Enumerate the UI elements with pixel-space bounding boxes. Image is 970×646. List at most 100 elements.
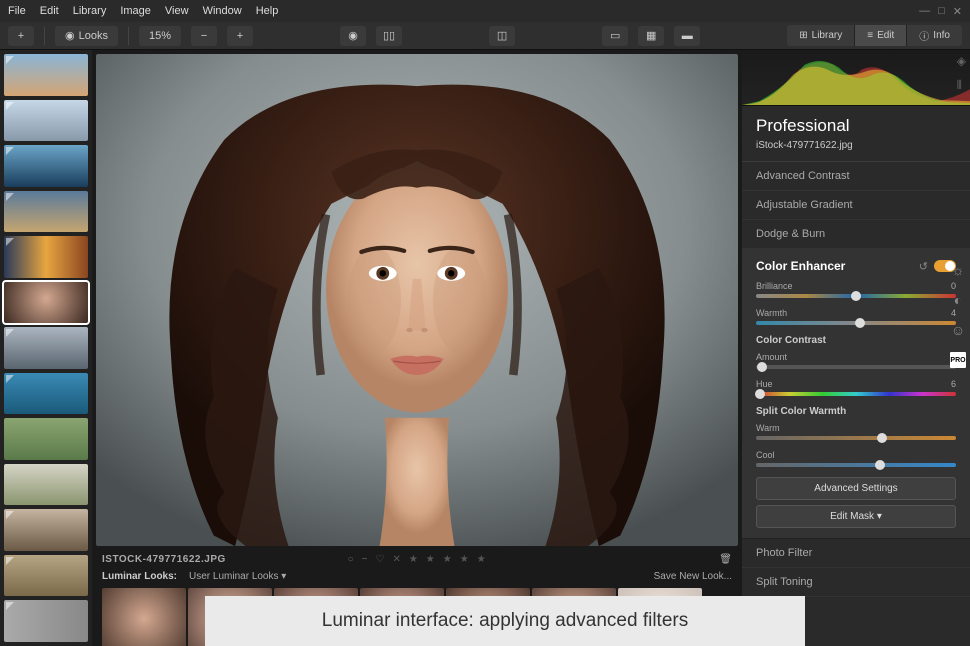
flag-icon[interactable]: ○ xyxy=(348,554,354,565)
right-panel: ◈ ⫴ Professional iStock-479771622.jpg Ad… xyxy=(742,50,970,646)
thumbnail-selected[interactable] xyxy=(4,282,88,324)
star-2[interactable]: ★ xyxy=(426,554,435,565)
menu-view[interactable]: View xyxy=(165,5,189,17)
menu-window[interactable]: Window xyxy=(203,5,242,17)
looks-selector-text: User Luminar Looks xyxy=(189,571,278,582)
slider-cool[interactable]: Cool xyxy=(756,450,956,467)
subsection-split-color: Split Color Warmth xyxy=(756,406,956,417)
view-compare-icon[interactable]: ▬ xyxy=(674,26,700,46)
color-label-icon[interactable]: ✕ xyxy=(392,554,400,565)
filter-name: Color Enhancer xyxy=(756,259,845,273)
filter-color-enhancer: Color Enhancer ↺ Brilliance 0 Warmth 4 xyxy=(742,249,970,539)
reset-icon[interactable]: ↺ xyxy=(919,260,928,273)
slider-amount[interactable]: Amount 2 xyxy=(756,352,956,369)
thumbnail[interactable] xyxy=(4,509,88,551)
smile-icon[interactable]: ☺ xyxy=(950,322,966,338)
layers-icon[interactable]: ◈ xyxy=(957,54,966,68)
library-icon: ⊞ xyxy=(799,30,807,41)
panel-filename: iStock-479771622.jpg xyxy=(742,140,970,162)
filmstrip[interactable] xyxy=(0,50,92,646)
histogram-toggle-icon[interactable]: ⫴ xyxy=(957,78,966,93)
view-grid-icon[interactable]: ▦ xyxy=(638,26,664,46)
minimize-button[interactable]: — xyxy=(919,5,930,18)
slider-warm[interactable]: Warm xyxy=(756,423,956,440)
menu-file[interactable]: File xyxy=(8,5,26,17)
crop-icon[interactable]: ◫ xyxy=(489,26,515,46)
thumbnail[interactable] xyxy=(4,191,88,233)
save-new-look[interactable]: Save New Look... xyxy=(654,571,732,582)
looks-bar: Luminar Looks: User Luminar Looks ▾ Save… xyxy=(92,568,742,586)
tab-library[interactable]: ⊞ Library xyxy=(787,25,855,46)
looks-selector[interactable]: User Luminar Looks ▾ xyxy=(189,571,286,582)
infobar: ISTOCK-479771622.JPG ○ − ♡ ✕ ★ ★ ★ ★ ★ 🗑 xyxy=(92,550,742,568)
menu-image[interactable]: Image xyxy=(120,5,151,17)
trash-icon[interactable]: 🗑 xyxy=(719,554,732,565)
star-1[interactable]: ★ xyxy=(409,554,418,565)
thumbnail[interactable] xyxy=(4,373,88,415)
thumbnail[interactable] xyxy=(4,54,88,96)
zoom-in-button[interactable]: + xyxy=(227,26,253,46)
mode-tabs: ⊞ Library ≡ Edit ⓘ Info xyxy=(787,25,962,46)
thumbnail[interactable] xyxy=(4,418,88,460)
thumbnail[interactable] xyxy=(4,600,88,642)
tab-info[interactable]: ⓘ Info xyxy=(907,25,962,46)
looks-label: Looks xyxy=(79,30,108,42)
tab-edit[interactable]: ≡ Edit xyxy=(855,25,907,46)
menu-help[interactable]: Help xyxy=(256,5,279,17)
edit-mask-label: Edit Mask xyxy=(830,511,874,522)
thumbnail[interactable] xyxy=(4,145,88,187)
star-5[interactable]: ★ xyxy=(477,554,486,565)
caption-overlay: Luminar interface: applying advanced fil… xyxy=(205,596,805,646)
filter-adjustable-gradient[interactable]: Adjustable Gradient xyxy=(742,191,970,220)
palette-icon[interactable]: ◐ xyxy=(950,292,966,308)
filter-advanced-contrast[interactable]: Advanced Contrast xyxy=(742,162,970,191)
thumbnail[interactable] xyxy=(4,236,88,278)
thumbnail[interactable] xyxy=(4,464,88,506)
thumbnail[interactable] xyxy=(4,100,88,142)
zoom-out-button[interactable]: − xyxy=(191,26,217,46)
sun-icon[interactable]: ☼ xyxy=(950,262,966,278)
add-button[interactable]: + xyxy=(8,26,34,46)
reject-icon[interactable]: − xyxy=(362,554,368,565)
slider-hue[interactable]: Hue 6 xyxy=(756,379,956,396)
looks-toggle[interactable]: ◉ Looks xyxy=(55,26,118,46)
thumbnail[interactable] xyxy=(4,555,88,597)
histogram[interactable]: ◈ ⫴ xyxy=(742,50,970,106)
star-4[interactable]: ★ xyxy=(460,554,469,565)
maximize-button[interactable]: □ xyxy=(938,5,945,18)
filter-photo-filter[interactable]: Photo Filter xyxy=(742,539,970,568)
slider-brilliance[interactable]: Brilliance 0 xyxy=(756,281,956,298)
tab-library-label: Library xyxy=(812,30,843,41)
rating-controls: ○ − ♡ ✕ ★ ★ ★ ★ ★ xyxy=(348,554,486,565)
compare-icon[interactable]: ▯▯ xyxy=(376,26,402,46)
divider xyxy=(44,27,45,45)
close-button[interactable]: ✕ xyxy=(953,5,962,18)
star-3[interactable]: ★ xyxy=(443,554,452,565)
edit-mask-button[interactable]: Edit Mask ▾ xyxy=(756,505,956,528)
preview-icon[interactable]: ◉ xyxy=(340,26,366,46)
menu-edit[interactable]: Edit xyxy=(40,5,59,17)
advanced-settings-button[interactable]: Advanced Settings xyxy=(756,477,956,500)
current-filename: ISTOCK-479771622.JPG xyxy=(102,554,226,565)
favorite-icon[interactable]: ♡ xyxy=(375,554,384,565)
tab-info-label: Info xyxy=(933,30,950,41)
subsection-color-contrast: Color Contrast xyxy=(756,335,956,346)
slider-warmth[interactable]: Warmth 4 xyxy=(756,308,956,325)
toolstrip: ☼ ◐ ☺ PRO xyxy=(946,110,970,376)
slider-label: Warm xyxy=(756,423,780,433)
toolbar: + ◉ Looks 15% − + ◉ ▯▯ ◫ ▭ ▦ ▬ ⊞ Library… xyxy=(0,22,970,50)
canvas[interactable] xyxy=(96,54,738,546)
chevron-down-icon: ▾ xyxy=(281,571,286,582)
pro-badge[interactable]: PRO xyxy=(950,352,966,368)
filter-split-toning[interactable]: Split Toning xyxy=(742,568,970,597)
view-single-icon[interactable]: ▭ xyxy=(602,26,628,46)
zoom-level[interactable]: 15% xyxy=(139,26,181,46)
slider-label: Warmth xyxy=(756,308,787,318)
filter-dodge-burn[interactable]: Dodge & Burn xyxy=(742,220,970,249)
look-thumb[interactable]: 01_Best Looks_Portrait xyxy=(102,588,186,646)
main-area: ISTOCK-479771622.JPG ○ − ♡ ✕ ★ ★ ★ ★ ★ 🗑… xyxy=(0,50,970,646)
menu-library[interactable]: Library xyxy=(73,5,107,17)
looks-icon: ◉ xyxy=(65,29,75,42)
thumbnail[interactable] xyxy=(4,327,88,369)
slider-value: 6 xyxy=(951,379,956,389)
